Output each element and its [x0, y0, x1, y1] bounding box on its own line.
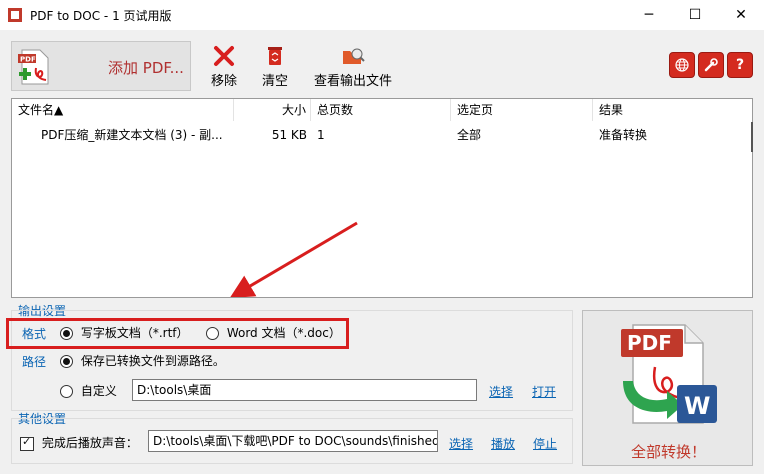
convert-all-label: 全部转换！ [630, 443, 706, 461]
toolbar: PDF 添加 PDF... 移除 清空 查看输出文件 ? [0, 30, 764, 96]
clear-label: 清空 [261, 74, 288, 89]
settings-button[interactable] [698, 52, 724, 78]
add-pdf-button[interactable]: PDF 添加 PDF... [11, 41, 191, 91]
wrench-icon [704, 58, 718, 72]
view-output-button[interactable]: 查看输出文件 [312, 44, 394, 89]
pdf-to-word-icon: PDF W [621, 324, 717, 424]
path-source-option[interactable]: 保存已转换文件到源路径。 [60, 352, 225, 369]
help-icon: ? [735, 57, 745, 73]
minimize-button[interactable]: ─ [626, 0, 672, 30]
svg-text:W: W [684, 392, 710, 420]
play-sound-checkbox[interactable] [20, 435, 34, 451]
window-title: PDF to DOC - 1 页试用版 [30, 9, 172, 23]
clear-button[interactable]: 清空 [257, 44, 293, 89]
remove-icon [214, 46, 234, 66]
custom-path-open-link[interactable]: 打开 [532, 383, 556, 400]
pdf-label: PDF [627, 331, 672, 355]
add-pdf-icon: PDF [18, 49, 49, 85]
custom-path-select-link[interactable]: 选择 [489, 383, 513, 400]
sound-stop-link[interactable]: 停止 [533, 435, 557, 452]
recycle-bin-icon [268, 47, 282, 65]
play-sound-option[interactable]: 完成后播放声音： [20, 434, 138, 451]
help-button[interactable]: ? [727, 52, 753, 78]
path-source-radio[interactable] [60, 355, 73, 368]
web-button[interactable] [669, 52, 695, 78]
maximize-button[interactable]: ☐ [672, 0, 718, 30]
add-pdf-label: 添加 PDF... [108, 59, 184, 77]
svg-text:PDF: PDF [20, 56, 36, 64]
globe-icon [675, 58, 689, 72]
remove-button[interactable]: 移除 [206, 44, 242, 89]
path-custom-radio[interactable] [60, 385, 73, 398]
annotation-arrow [229, 221, 358, 297]
path-custom-option[interactable]: 自定义 [60, 382, 117, 399]
title-bar: PDF to DOC - 1 页试用版 ─ ☐ ✕ [0, 0, 764, 30]
close-button[interactable]: ✕ [718, 0, 764, 30]
sound-play-link[interactable]: 播放 [491, 435, 515, 452]
sound-path-input[interactable]: D:\tools\桌面\下载吧\PDF to DOC\sounds\finish… [148, 430, 438, 452]
path-label: 路径 [22, 355, 47, 369]
sound-select-link[interactable]: 选择 [449, 435, 473, 452]
view-output-label: 查看输出文件 [313, 74, 392, 89]
folder-search-icon [343, 48, 365, 64]
custom-path-input[interactable]: D:\tools\桌面 [132, 379, 477, 401]
app-icon [8, 8, 22, 22]
convert-all-button[interactable]: PDF W 全部转换！ [582, 310, 753, 466]
format-highlight-box [6, 318, 349, 349]
remove-label: 移除 [210, 74, 237, 89]
file-list[interactable]: 文件名▲ 大小 总页数 选定页 结果 PDF压缩_新建文本文档 (3) - 副.… [11, 98, 753, 298]
